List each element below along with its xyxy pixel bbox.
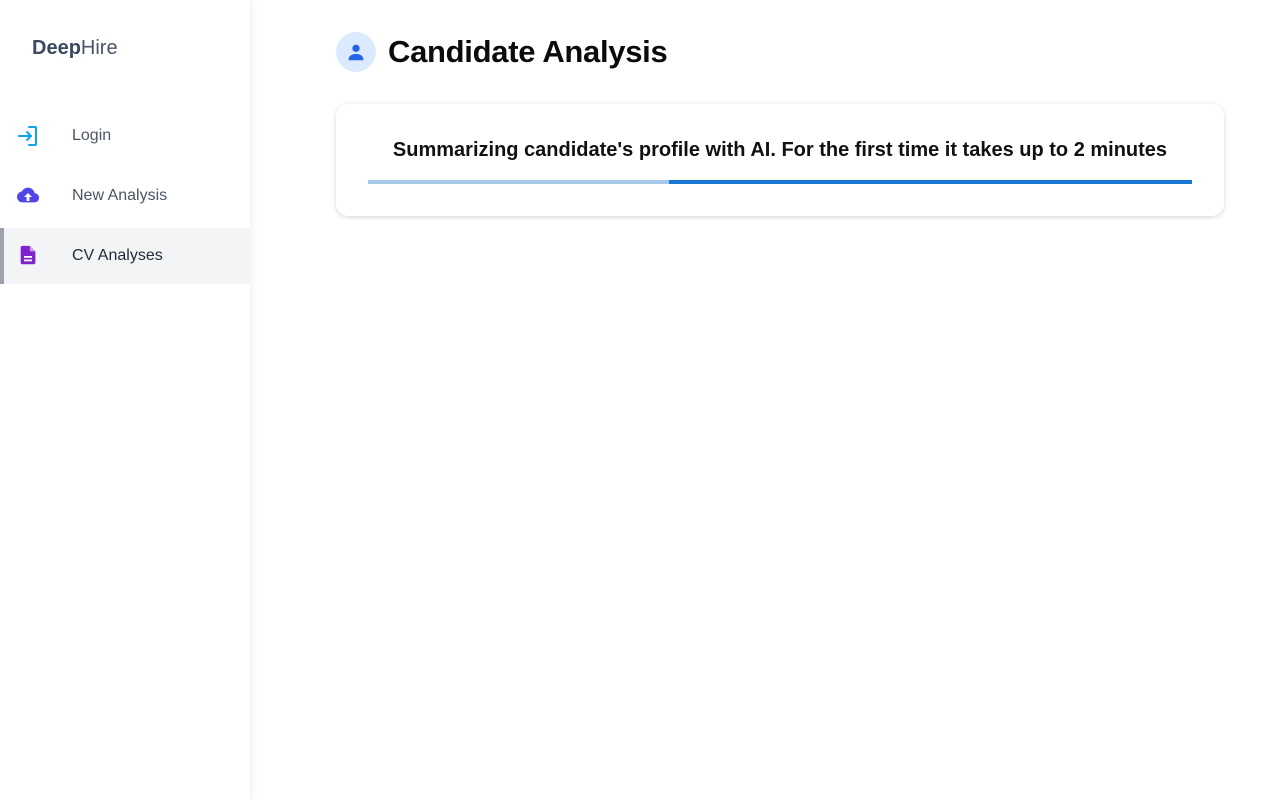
sidebar-item-new-analysis[interactable]: New Analysis [0,168,250,224]
page-title: Candidate Analysis [388,34,668,69]
document-icon [20,245,36,265]
brand-logo-light: Hire [80,37,118,59]
sidebar: DeepHire Login New Analysis CV Analyses [0,0,250,800]
progress-bar-fill [368,180,669,184]
sidebar-nav: Login New Analysis CV Analyses [0,108,250,288]
sidebar-item-label: New Analysis [72,187,168,204]
avatar [336,32,376,72]
brand-logo[interactable]: DeepHire [32,36,118,60]
login-icon [18,126,37,146]
sidebar-item-login[interactable]: Login [0,108,250,164]
status-message: Summarizing candidate's profile with AI.… [392,139,1168,161]
brand-logo-bold: Deep [32,37,81,59]
page-header: Candidate Analysis [336,32,668,72]
sidebar-item-label: Login [72,127,112,144]
person-icon [348,44,364,61]
app-root: DeepHire Login New Analysis CV Analyses … [0,0,1280,800]
status-card: Summarizing candidate's profile with AI.… [336,104,1224,216]
progress-bar [368,180,1192,184]
cloud-upload-icon [17,187,40,203]
sidebar-item-cv-analyses[interactable]: CV Analyses [0,228,250,284]
sidebar-item-label: CV Analyses [72,247,163,264]
main-content: Candidate Analysis Summarizing candidate… [250,0,1280,800]
